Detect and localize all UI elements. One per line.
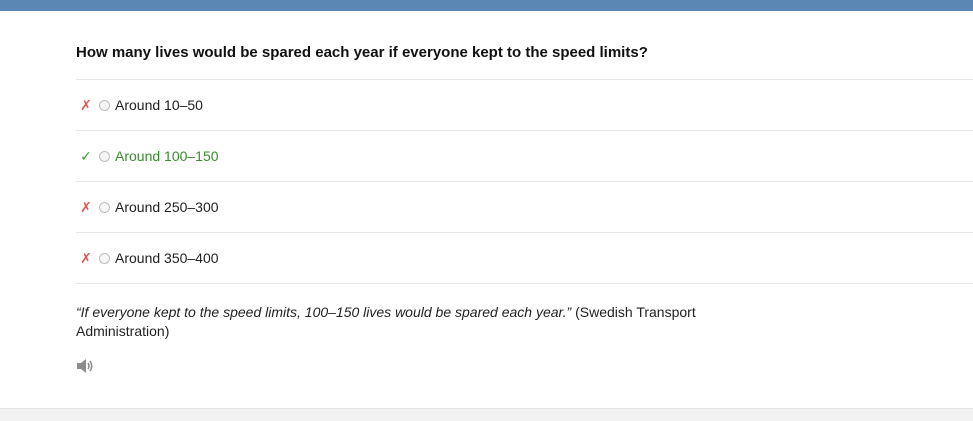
top-bar: [0, 0, 973, 11]
answer-option-label: Around 350–400: [115, 250, 219, 266]
answer-option-4[interactable]: ✗ Around 350–400: [76, 232, 973, 284]
answer-option-label: Around 10–50: [115, 97, 203, 113]
answer-option-3[interactable]: ✗ Around 250–300: [76, 181, 973, 232]
answer-options: ✗ Around 10–50 ✓ Around 100–150 ✗ Around…: [76, 79, 973, 284]
speaker-icon[interactable]: [75, 357, 95, 375]
radio-button[interactable]: [99, 252, 110, 264]
wrong-mark-icon: ✗: [80, 199, 92, 215]
answer-option-2[interactable]: ✓ Around 100–150: [76, 130, 973, 181]
answer-option-label: Around 250–300: [115, 199, 219, 215]
footer-bar: [0, 408, 973, 421]
question-text: How many lives would be spared each year…: [76, 44, 648, 61]
radio-button[interactable]: [99, 150, 110, 162]
explanation-quote: “If everyone kept to the speed limits, 1…: [76, 304, 572, 320]
radio-button[interactable]: [99, 201, 110, 213]
radio-button[interactable]: [99, 99, 110, 111]
wrong-mark-icon: ✗: [80, 97, 92, 113]
answer-option-1[interactable]: ✗ Around 10–50: [76, 79, 973, 130]
answer-option-label: Around 100–150: [115, 148, 219, 164]
explanation-text: “If everyone kept to the speed limits, 1…: [76, 303, 696, 341]
wrong-mark-icon: ✗: [80, 250, 92, 266]
correct-mark-icon: ✓: [80, 148, 92, 164]
